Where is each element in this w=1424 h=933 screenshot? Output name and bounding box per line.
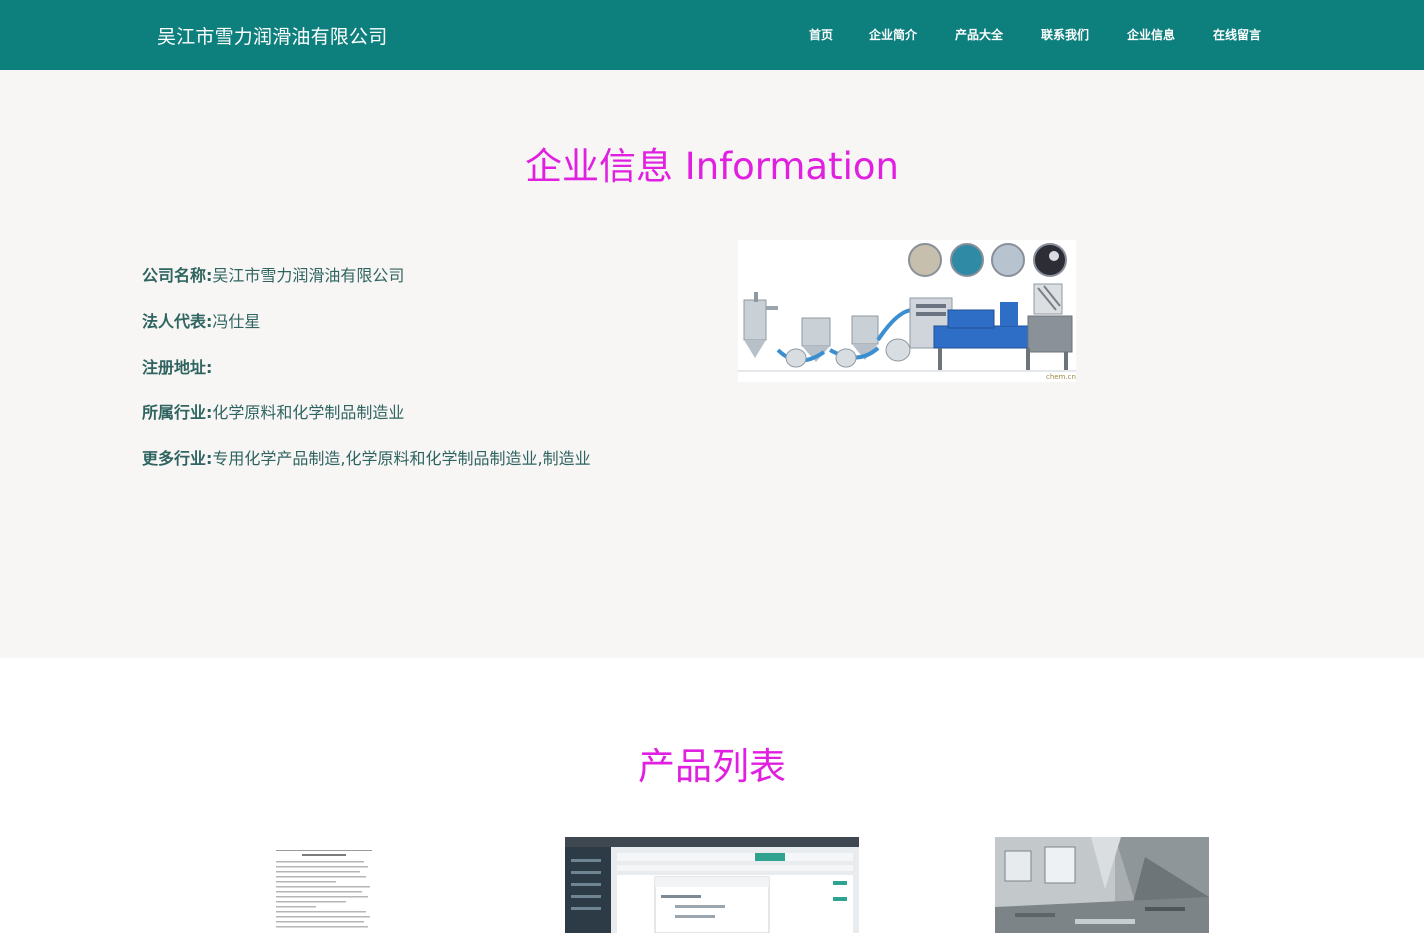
products-title: 产品列表 xyxy=(638,745,786,788)
app-screenshot-image xyxy=(565,837,859,933)
info-row-legal-rep: 法人代表:冯仕星 xyxy=(142,308,260,332)
nav-item-products[interactable]: 产品大全 xyxy=(955,26,1003,43)
info-label: 注册地址: xyxy=(142,358,213,377)
nav-item-company-info[interactable]: 企业信息 xyxy=(1127,26,1175,43)
info-label: 所属行业: xyxy=(142,403,213,422)
info-value: 化学原料和化学制品制造业 xyxy=(212,403,405,422)
image-watermark: chem.cn xyxy=(1046,373,1076,381)
document-preview-image xyxy=(270,848,378,933)
info-row-company-name: 公司名称:吴江市雪力润滑油有限公司 xyxy=(142,262,404,286)
product-thumbnail-document[interactable] xyxy=(270,848,378,933)
info-row-more-industries: 更多行业:专用化学产品制造,化学原料和化学制品制造业,制造业 xyxy=(142,445,591,469)
company-image: chem.cn xyxy=(738,240,1076,382)
top-navbar: 吴江市雪力润滑油有限公司 首页 企业简介 产品大全 联系我们 企业信息 在线留言 xyxy=(0,0,1424,70)
extrusion-machine-illustration: chem.cn xyxy=(738,240,1076,382)
info-label: 公司名称: xyxy=(142,266,213,285)
nav-item-message[interactable]: 在线留言 xyxy=(1213,26,1261,43)
nav-item-about[interactable]: 企业简介 xyxy=(869,26,917,43)
construction-photo-image xyxy=(995,837,1209,933)
info-row-address: 注册地址: xyxy=(142,354,212,378)
nav-item-contact[interactable]: 联系我们 xyxy=(1041,26,1089,43)
product-thumbnail-photo[interactable] xyxy=(995,837,1209,933)
info-label: 法人代表: xyxy=(142,312,213,331)
main-nav: 首页 企业简介 产品大全 联系我们 企业信息 在线留言 xyxy=(0,26,1424,46)
info-value: 冯仕星 xyxy=(212,312,261,331)
product-thumbnail-app[interactable] xyxy=(565,837,859,933)
info-value: 专用化学产品制造,化学原料和化学制品制造业,制造业 xyxy=(212,449,591,468)
info-value: 吴江市雪力润滑油有限公司 xyxy=(212,266,405,285)
info-row-industry: 所属行业:化学原料和化学制品制造业 xyxy=(142,399,404,423)
info-label: 更多行业: xyxy=(142,449,213,468)
nav-item-home[interactable]: 首页 xyxy=(809,26,833,43)
company-info-title: 企业信息 Information xyxy=(525,145,899,188)
